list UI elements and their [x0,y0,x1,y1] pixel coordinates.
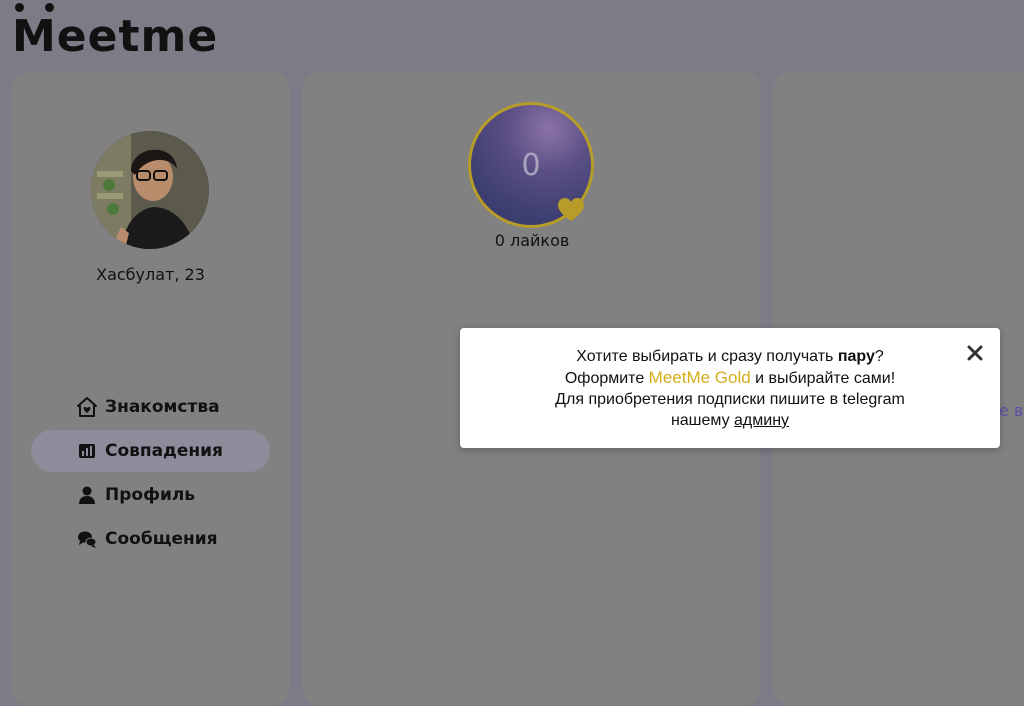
admin-link[interactable]: админу [734,412,789,429]
sidebar-item-soobshcheniya[interactable]: Сообщения [31,518,270,560]
sidebar-item-label: Знакомства [105,397,220,417]
avatar-photo [91,131,209,249]
sidebar-item-profil[interactable]: Профиль [31,474,270,516]
sidebar-item-label: Сообщения [105,529,218,549]
app-logo[interactable]: M eetme [12,2,218,62]
logo-text: eetme [56,11,219,62]
right-panel-text: е в [999,401,1024,420]
logo-m: M [12,3,57,62]
sidebar-item-znakomstva[interactable]: Знакомства [31,386,270,428]
close-icon[interactable] [966,344,984,362]
sidebar-nav: Знакомства Совпадения Профиль Сообщения [31,386,270,562]
modal-line-3: Для приобретения подписки пишите в teleg… [555,391,905,408]
heart-icon [558,198,584,221]
sidebar-item-label: Профиль [105,485,196,505]
sidebar-item-sovpadeniya[interactable]: Совпадения [31,430,270,472]
chart-icon [79,444,95,458]
likes-label: 0 лайков [494,231,570,250]
chat-icon [78,531,97,548]
user-name-age: Хасбулат, 23 [96,265,205,284]
meetme-gold-text: MeetMe Gold [648,368,751,387]
modal-line-2: Оформите MeetMe Gold и выбирайте сами! [564,368,896,387]
sidebar-panel: Хасбулат, 23 Знакомства Совпадения Профи… [11,71,290,706]
avatar[interactable] [91,131,209,249]
modal-message: Хотите выбирать и сразу получать пару? О… [460,346,1000,431]
modal-line-1: Хотите выбирать и сразу получать пару? [576,348,884,365]
modal-line-4: нашему админу [670,412,790,429]
home-heart-icon [77,397,97,417]
likes-count: 0 [521,147,541,183]
sidebar-item-label: Совпадения [105,441,223,461]
gold-promo-modal: Хотите выбирать и сразу получать пару? О… [460,328,1000,448]
user-icon [79,486,95,504]
